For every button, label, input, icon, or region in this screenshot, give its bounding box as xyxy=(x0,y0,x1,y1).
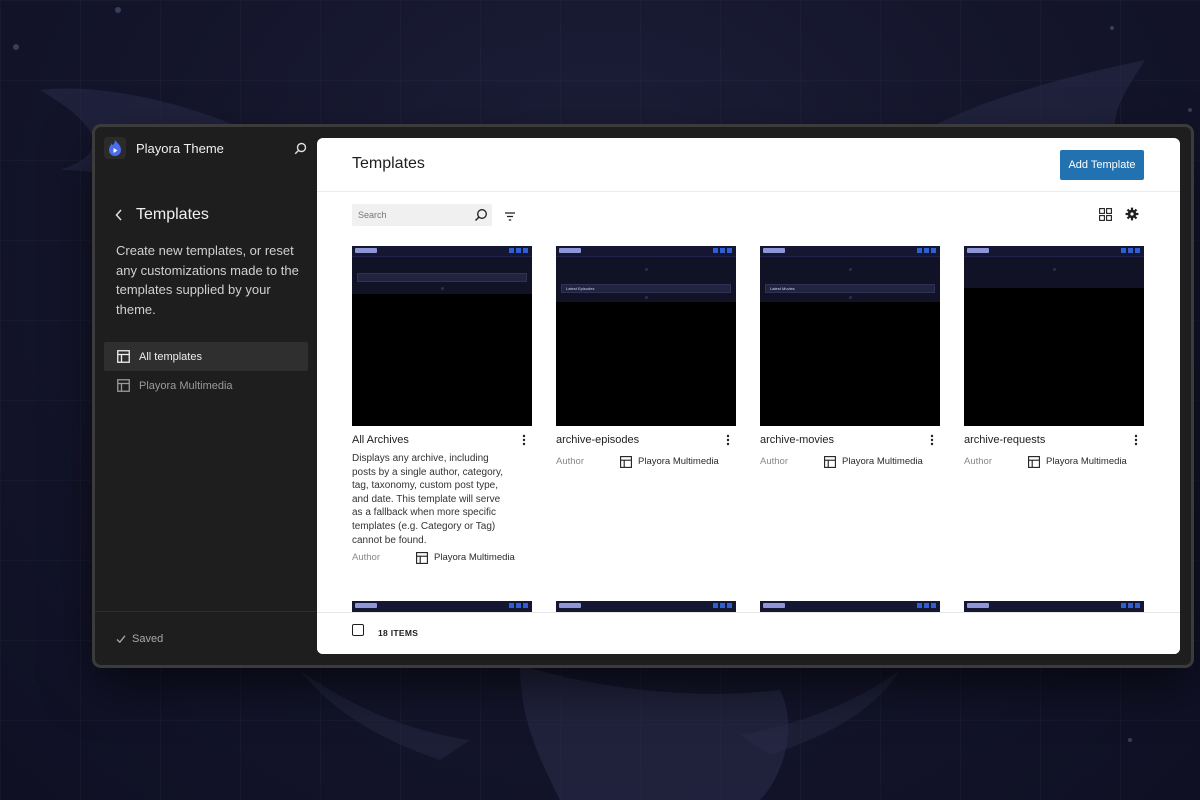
template-meta: Author Playora Multimedia xyxy=(352,551,532,564)
template-preview[interactable]: Latest Episodes xyxy=(556,246,736,426)
template-card[interactable]: Latest Episodes archive-episodes Author xyxy=(556,246,736,468)
site-title[interactable]: Playora Theme xyxy=(136,141,224,156)
template-preview[interactable] xyxy=(964,246,1144,426)
author-label: Author xyxy=(964,456,992,467)
template-preview[interactable] xyxy=(352,601,532,612)
template-title[interactable]: archive-episodes xyxy=(556,434,639,446)
template-preview[interactable] xyxy=(760,601,940,612)
sidebar-item-label: All templates xyxy=(139,350,202,363)
gear-icon[interactable] xyxy=(1125,207,1139,221)
sidebar-item-playora-multimedia[interactable]: Playora Multimedia xyxy=(104,371,308,400)
layout-icon xyxy=(824,455,836,468)
preview-header xyxy=(760,246,940,256)
sidebar-item-label: Playora Multimedia xyxy=(139,379,233,392)
panel-footer: 18 ITEMS xyxy=(317,612,1180,654)
author-label: Author xyxy=(352,552,380,563)
more-options-icon[interactable] xyxy=(724,434,732,446)
add-template-button[interactable]: Add Template xyxy=(1060,150,1144,180)
page-title: Templates xyxy=(352,155,425,172)
section-heading: Templates xyxy=(111,206,209,224)
template-description: Displays any archive, including posts by… xyxy=(352,453,504,546)
section-title: Templates xyxy=(136,206,209,223)
layout-icon xyxy=(416,551,428,564)
search-input[interactable] xyxy=(358,210,468,220)
items-count: 18 ITEMS xyxy=(378,628,419,638)
template-title[interactable]: archive-requests xyxy=(964,434,1045,446)
layout-icon xyxy=(117,350,130,363)
template-source-label: Playora Multimedia xyxy=(1046,456,1127,467)
sidebar-item-all-templates[interactable]: All templates xyxy=(104,342,308,371)
preview-header xyxy=(964,246,1144,256)
template-card[interactable]: Latest Movies archive-movies Author Play… xyxy=(760,246,940,468)
templates-grid: All Archives Displays any archive, inclu… xyxy=(317,246,1180,612)
template-source-label: Playora Multimedia xyxy=(842,456,923,467)
search-box xyxy=(352,204,492,226)
sidebar-footer: Saved xyxy=(95,611,316,665)
section-description: Create new templates, or reset any custo… xyxy=(116,243,299,317)
editor-window: Playora Theme Templates Create new templ… xyxy=(95,127,1191,665)
template-meta: Author Playora Multimedia xyxy=(556,455,736,468)
preview-row: Latest Movies xyxy=(765,284,935,293)
template-source-label: Playora Multimedia xyxy=(434,552,515,563)
author-label: Author xyxy=(556,456,584,467)
panel-header: Templates Add Template xyxy=(317,138,1180,192)
search-icon[interactable] xyxy=(474,208,488,222)
more-options-icon[interactable] xyxy=(1132,434,1140,446)
preview-row: Latest Episodes xyxy=(561,284,731,293)
layout-icon xyxy=(620,455,632,468)
template-source: Playora Multimedia xyxy=(620,455,719,468)
template-card[interactable]: archive-requests Author Playora Multimed… xyxy=(964,246,1144,468)
template-preview[interactable] xyxy=(964,601,1144,612)
chevron-left-icon[interactable] xyxy=(111,207,127,223)
site-logo-button[interactable] xyxy=(104,137,126,159)
preview-header xyxy=(556,246,736,256)
select-all-checkbox[interactable] xyxy=(352,624,364,636)
template-meta: Author Playora Multimedia xyxy=(760,455,940,468)
templates-panel: Templates Add Template Search All Archiv… xyxy=(317,138,1180,654)
more-options-icon[interactable] xyxy=(928,434,936,446)
template-preview[interactable]: Latest Movies xyxy=(760,246,940,426)
layout-icon xyxy=(1028,455,1040,468)
sidebar: Playora Theme Templates Create new templ… xyxy=(95,127,316,665)
template-meta: Author Playora Multimedia xyxy=(964,455,1144,468)
check-icon xyxy=(116,634,126,644)
save-status: Saved xyxy=(116,633,163,645)
template-card[interactable]: All Archives Displays any archive, inclu… xyxy=(352,246,532,564)
toolbar xyxy=(317,192,1180,240)
filter-icon[interactable] xyxy=(504,210,516,222)
preview-label: Latest Movies xyxy=(770,286,795,291)
template-source: Playora Multimedia xyxy=(1028,455,1127,468)
more-options-icon[interactable] xyxy=(520,434,528,446)
site-search-icon[interactable] xyxy=(292,140,308,156)
template-source: Playora Multimedia xyxy=(416,551,515,564)
site-header: Playora Theme xyxy=(104,137,308,159)
layout-icon xyxy=(117,379,130,392)
template-title[interactable]: All Archives xyxy=(352,434,409,446)
author-label: Author xyxy=(760,456,788,467)
template-source-label: Playora Multimedia xyxy=(638,456,719,467)
save-status-label: Saved xyxy=(132,633,164,645)
preview-header xyxy=(352,246,532,256)
flame-logo-icon xyxy=(109,140,121,156)
preview-label: Latest Episodes xyxy=(566,286,595,291)
template-preview[interactable] xyxy=(352,246,532,426)
grid-view-icon[interactable] xyxy=(1099,208,1112,221)
template-preview[interactable] xyxy=(556,601,736,612)
template-title[interactable]: archive-movies xyxy=(760,434,834,446)
template-source: Playora Multimedia xyxy=(824,455,923,468)
